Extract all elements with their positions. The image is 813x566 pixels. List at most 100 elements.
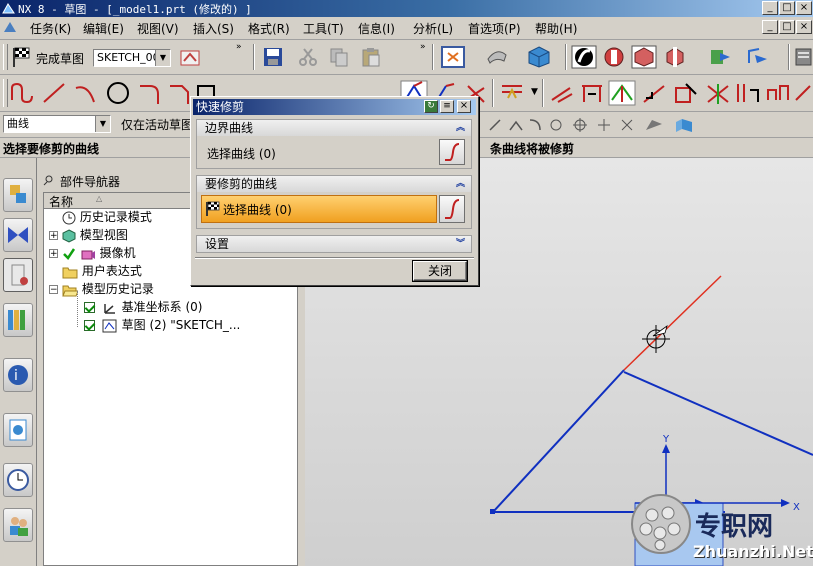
vertex-point[interactable] xyxy=(490,509,495,514)
part-navigator-tab[interactable] xyxy=(3,258,33,292)
section-view-icon[interactable] xyxy=(662,45,688,69)
menu-analysis[interactable]: 分析(L) xyxy=(413,20,453,37)
boundary-select-label[interactable]: 选择曲线 (0) xyxy=(207,145,276,162)
layer-settings-icon[interactable] xyxy=(708,45,734,69)
menu-insert[interactable]: 插入(S) xyxy=(193,20,234,37)
system-icon[interactable] xyxy=(794,45,813,69)
menu-info[interactable]: 信息(I) xyxy=(358,20,395,37)
sketch-name-combo[interactable]: SKETCH_000 ▼ xyxy=(93,49,171,67)
roles-tab[interactable] xyxy=(3,508,33,542)
chevron-up-icon[interactable]: ︽ xyxy=(456,176,465,192)
fillet-icon[interactable] xyxy=(136,80,164,106)
finish-sketch-flag-icon[interactable] xyxy=(10,46,32,68)
chevron-down-icon[interactable]: ▼ xyxy=(95,116,110,132)
minimize-icon[interactable]: _ xyxy=(762,1,778,15)
menu-preferences[interactable]: 首选项(P) xyxy=(468,20,521,37)
profile-icon[interactable] xyxy=(8,80,36,106)
select-curve-button[interactable] xyxy=(439,139,465,165)
doc-minimize-icon[interactable]: _ xyxy=(762,20,778,34)
boundary-curves-header[interactable]: 边界曲线 ︽ xyxy=(197,120,471,136)
hide-show-icon[interactable] xyxy=(601,45,627,69)
tree-item-model-history[interactable]: 模型历史记录 xyxy=(62,281,154,298)
alternate-solution-icon[interactable] xyxy=(764,80,792,106)
convert-reference-icon[interactable] xyxy=(734,80,762,106)
move-to-layer-icon[interactable] xyxy=(745,45,771,69)
dialog-title-bar[interactable]: 快速修剪 ↻ ≡ × xyxy=(193,99,476,115)
fit-view-icon[interactable] xyxy=(440,45,466,69)
tree-item-history-mode[interactable]: 历史记录模式 xyxy=(62,209,152,226)
tree-item-user-expressions[interactable]: 用户表达式 xyxy=(62,263,142,280)
save-icon[interactable] xyxy=(262,46,284,68)
tree-item-datum-csys[interactable]: 基准坐标系 (0) xyxy=(84,299,202,316)
toolbar-options-icon[interactable]: » xyxy=(236,42,242,52)
visibility-checkbox[interactable] xyxy=(84,302,95,313)
sort-icon[interactable]: △ xyxy=(96,194,102,203)
line-icon[interactable] xyxy=(40,80,68,106)
cube-grid-icon[interactable] xyxy=(631,45,657,69)
clock-tab[interactable] xyxy=(3,463,33,497)
toolbar-options-icon-2[interactable]: » xyxy=(420,42,426,52)
selection-scope[interactable]: 仅在活动草图 xyxy=(121,116,193,133)
inferred-constraints-icon[interactable] xyxy=(794,80,813,106)
menu-view[interactable]: 视图(V) xyxy=(137,20,179,37)
doc-close-icon[interactable]: × xyxy=(796,20,812,34)
toolbar-grip[interactable] xyxy=(3,44,8,70)
tree-item-label: 基准坐标系 (0) xyxy=(121,300,203,314)
constraints-icon[interactable] xyxy=(548,80,576,106)
inferred-dimensions-icon[interactable] xyxy=(578,80,606,106)
auto-constraints-icon[interactable] xyxy=(672,80,700,106)
snap-point-icons[interactable] xyxy=(486,116,696,134)
chevron-down-icon[interactable]: ︾ xyxy=(456,236,465,252)
tree-item-model-views[interactable]: 模型视图 xyxy=(62,227,128,244)
cut-icon[interactable] xyxy=(297,46,319,68)
tree-item-cameras[interactable]: 摄像机 xyxy=(62,245,136,262)
shaded-cube-icon[interactable] xyxy=(526,45,552,69)
finish-sketch-button[interactable]: 完成草图 xyxy=(36,50,84,67)
close-button[interactable]: 关闭 xyxy=(413,261,467,281)
chevron-up-icon[interactable]: ︽ xyxy=(456,120,465,136)
menu-help[interactable]: 帮助(H) xyxy=(535,20,577,37)
assembly-navigator-tab[interactable] xyxy=(3,178,33,212)
constraint-navigator-tab[interactable] xyxy=(3,218,33,252)
render-style-icon[interactable] xyxy=(484,45,510,69)
collapse-dialog-icon[interactable]: ≡ xyxy=(440,100,454,113)
type-filter-combo[interactable]: 曲线 ▼ xyxy=(3,115,111,133)
sketch-line-left[interactable] xyxy=(492,369,625,513)
curve-to-trim-header[interactable]: 要修剪的曲线 ︽ xyxy=(197,176,471,192)
copy-icon[interactable] xyxy=(328,46,350,68)
menu-tools[interactable]: 工具(T) xyxy=(303,20,344,37)
reuse-library-tab[interactable] xyxy=(3,303,33,337)
select-curve-button[interactable] xyxy=(439,195,465,223)
internet-explorer-tab[interactable]: i xyxy=(3,358,33,392)
maximize-icon[interactable]: □ xyxy=(779,1,795,15)
pin-icon[interactable] xyxy=(43,174,55,186)
show-constraints-icon[interactable] xyxy=(640,80,668,106)
menu-task[interactable]: 任务(K) xyxy=(30,20,71,37)
paste-icon[interactable] xyxy=(360,46,382,68)
expand-icon[interactable]: + xyxy=(49,249,58,259)
chevron-down-icon[interactable]: ▼ xyxy=(155,50,170,66)
snap-view-icon[interactable] xyxy=(571,45,597,69)
geometric-constraints-icon[interactable] xyxy=(608,80,636,106)
trim-preview-curve[interactable] xyxy=(623,275,722,371)
menu-edit[interactable]: 编辑(E) xyxy=(83,20,124,37)
settings-header[interactable]: 设置 ︾ xyxy=(197,236,471,252)
reset-icon[interactable]: ↻ xyxy=(424,100,438,113)
tree-item-sketch[interactable]: 草图 (2) "SKETCH_... xyxy=(84,317,240,334)
display-dof-icon[interactable] xyxy=(704,80,732,106)
close-icon[interactable]: × xyxy=(796,1,812,15)
collapse-icon[interactable]: − xyxy=(49,285,58,295)
menu-format[interactable]: 格式(R) xyxy=(248,20,290,37)
dialog-close-icon[interactable]: × xyxy=(457,100,471,113)
sketch-line-right[interactable] xyxy=(623,371,813,456)
arc-icon[interactable] xyxy=(72,80,100,106)
visibility-checkbox[interactable] xyxy=(84,320,95,331)
expand-icon[interactable]: + xyxy=(49,231,58,241)
active-selection-row[interactable]: 选择曲线 (0) xyxy=(201,195,437,223)
doc-restore-icon[interactable]: □ xyxy=(779,20,795,34)
derived-lines-icon[interactable] xyxy=(498,80,526,106)
history-tab[interactable] xyxy=(3,413,33,447)
circle-icon[interactable] xyxy=(104,80,132,106)
chevron-down-icon[interactable]: ▼ xyxy=(531,87,538,97)
orient-to-sketch-icon[interactable] xyxy=(178,45,204,69)
